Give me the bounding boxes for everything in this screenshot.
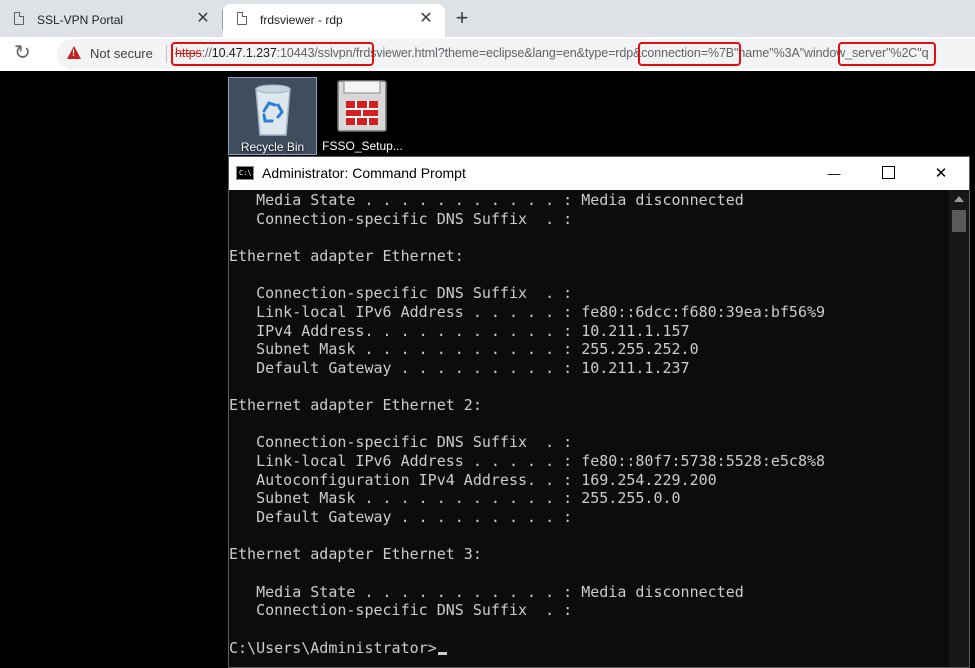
console-output[interactable]: Media State . . . . . . . . . . . : Medi… [229, 190, 949, 667]
console-line: Default Gateway . . . . . . . . . : 10.2… [229, 358, 690, 377]
desktop-icon-fsso-setup[interactable]: FSSO_Setup... [318, 77, 407, 155]
url-path: :10443/sslvpn/frdsviewer.html?theme=ecli… [276, 46, 929, 60]
browser-tab-strip: SSL-VPN Portal ✕ frdsviewer - rdp ✕ + [0, 0, 975, 37]
desktop-icon-label: Recycle Bin [240, 140, 305, 154]
desktop-icon-recycle-bin[interactable]: Recycle Bin [228, 77, 317, 155]
installer-icon [337, 80, 387, 132]
tab-ssl-vpn-portal[interactable]: SSL-VPN Portal ✕ [0, 4, 222, 37]
prompt-text: C:\Users\Administrator> [229, 638, 437, 657]
annotation-highlight-server [838, 42, 936, 66]
console-line: Autoconfiguration IPv4 Address. . : 169.… [229, 470, 717, 489]
minimize-button[interactable]: — [811, 157, 857, 190]
console-line: Subnet Mask . . . . . . . . . . . : 255.… [229, 340, 699, 359]
tab-title: frdsviewer - rdp [260, 13, 343, 27]
page-icon [14, 12, 24, 25]
console-line: Connection-specific DNS Suffix . : [229, 209, 573, 228]
tab-title: SSL-VPN Portal [37, 13, 124, 27]
console-line: Subnet Mask . . . . . . . . . . . : 255.… [229, 489, 681, 508]
console-line: Ethernet adapter Ethernet: [229, 246, 464, 265]
tab-frdsviewer[interactable]: frdsviewer - rdp ✕ [223, 4, 445, 37]
close-icon[interactable]: ✕ [194, 10, 212, 28]
console-line: Link-local IPv6 Address . . . . . : fe80… [229, 302, 826, 321]
warning-icon[interactable] [67, 46, 81, 59]
console-line: Media State . . . . . . . . . . . : Medi… [229, 191, 744, 209]
console-line: IPv4 Address. . . . . . . . . . . : 10.2… [229, 321, 690, 340]
scrollbar[interactable] [949, 190, 969, 667]
console-line: Default Gateway . . . . . . . . . : [229, 508, 573, 527]
recycle-bin-icon [255, 84, 291, 136]
cmd-title-bar[interactable]: C:\. Administrator: Command Prompt — ✕ [229, 157, 969, 190]
maximize-icon [881, 166, 895, 179]
new-tab-button[interactable]: + [452, 6, 472, 30]
scroll-up-icon[interactable] [954, 196, 964, 202]
console-line: Connection-specific DNS Suffix . : [229, 601, 573, 620]
close-button[interactable]: ✕ [918, 157, 964, 190]
console-line: Connection-specific DNS Suffix . : [229, 284, 573, 303]
reload-icon[interactable]: ↻ [14, 41, 31, 65]
console-line: Media State . . . . . . . . . . . : Medi… [229, 582, 744, 601]
console-line: Connection-specific DNS Suffix . : [229, 433, 573, 452]
cmd-app-icon: C:\. [236, 166, 256, 180]
browser-toolbar: ↻ Not secure https://10.47.1.237:10443/s… [0, 37, 975, 71]
annotation-highlight-type [638, 42, 741, 66]
divider [166, 45, 167, 63]
scroll-thumb[interactable] [952, 210, 966, 232]
text-cursor [437, 651, 447, 655]
security-label[interactable]: Not secure [90, 46, 153, 61]
close-icon[interactable]: ✕ [417, 10, 435, 28]
console-line: Ethernet adapter Ethernet 3: [229, 545, 482, 564]
window-title: Administrator: Command Prompt [262, 165, 466, 181]
page-icon [237, 12, 247, 25]
maximize-button[interactable] [865, 157, 911, 190]
annotation-highlight-host [171, 42, 374, 66]
console-line: Ethernet adapter Ethernet 2: [229, 396, 482, 415]
command-prompt-window[interactable]: C:\. Administrator: Command Prompt — ✕ M… [228, 156, 970, 668]
console-line: Link-local IPv6 Address . . . . . : fe80… [229, 452, 826, 471]
command-prompt-line[interactable]: C:\Users\Administrator> [229, 639, 447, 657]
desktop-icon-label: FSSO_Setup... [322, 139, 403, 153]
